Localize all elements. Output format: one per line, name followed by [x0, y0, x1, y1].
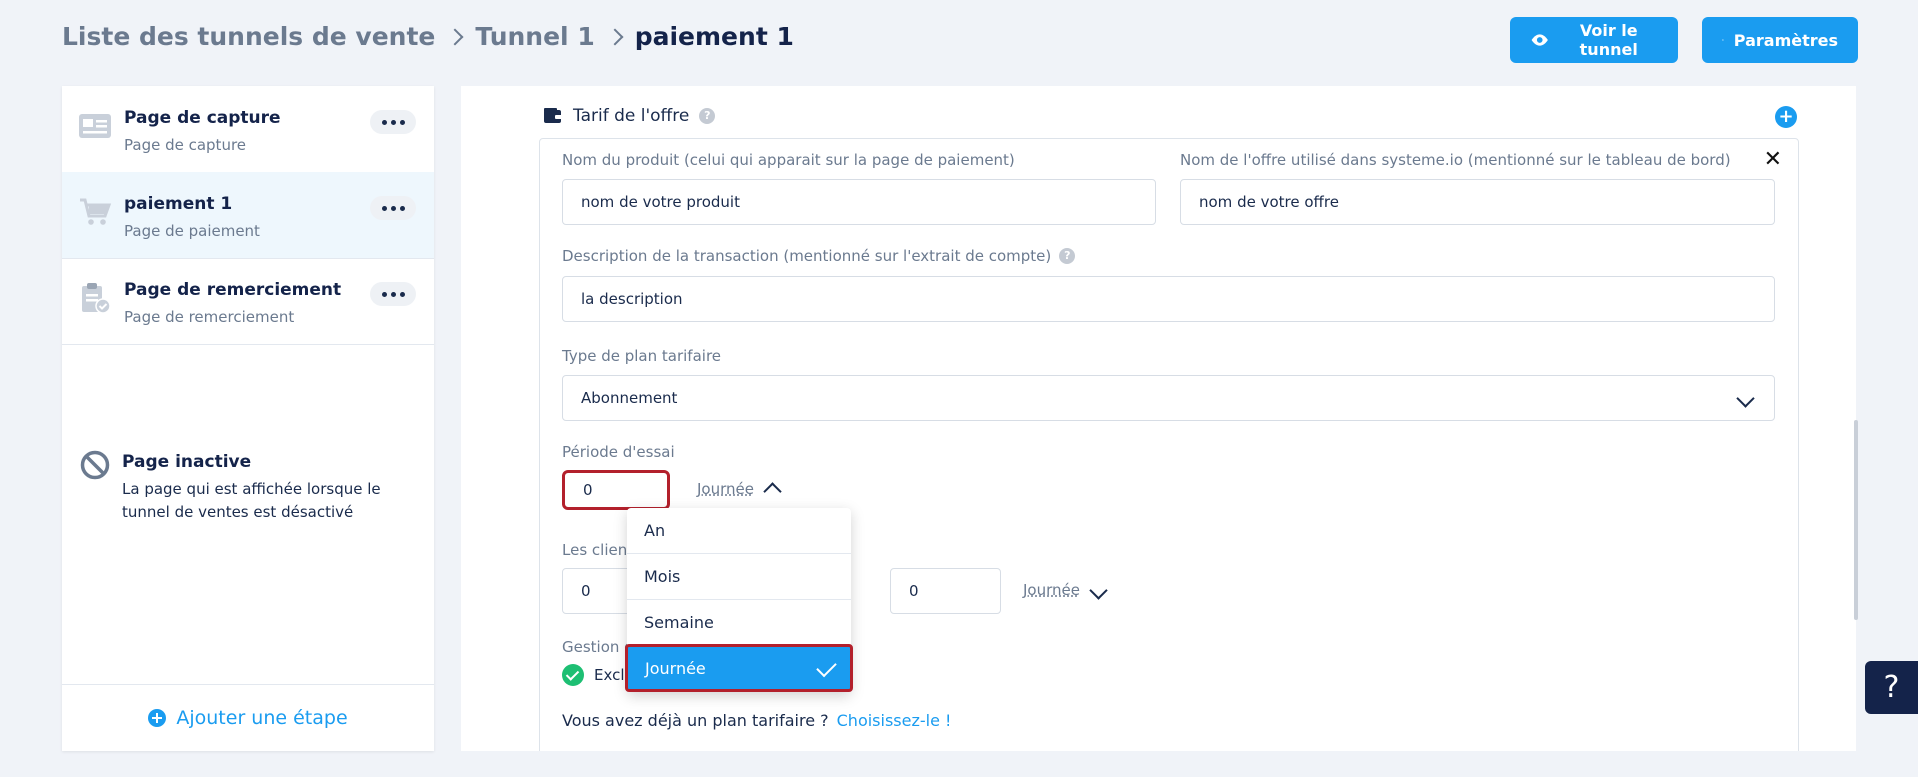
clients-unit-value: Journée — [1023, 581, 1080, 599]
check-circle-icon[interactable] — [562, 664, 584, 686]
add-step-button[interactable]: Ajouter une étape — [62, 684, 434, 751]
step-subtitle: Page de capture — [124, 136, 247, 154]
close-icon[interactable]: ✕ — [1764, 147, 1782, 172]
trial-period-input[interactable]: 0 — [562, 470, 670, 510]
step-subtitle: Page de remerciement — [124, 308, 295, 326]
step-subtitle: Page de paiement — [124, 222, 260, 240]
trial-period-label: Période d'essai — [562, 443, 675, 461]
dropdown-option-an[interactable]: An — [627, 508, 851, 554]
dropdown-option-journee[interactable]: Journée — [625, 644, 853, 692]
offer-price-section-header: Tarif de l'offre ? — [543, 106, 716, 126]
dropdown-option-mois[interactable]: Mois — [627, 554, 851, 600]
view-funnel-label: Voir le tunnel — [1579, 21, 1638, 59]
step-more-menu-button[interactable] — [370, 110, 416, 134]
funnel-steps-sidebar: Page de capture Page de capture paiement… — [62, 86, 434, 751]
capture-form-icon — [79, 114, 111, 138]
help-button[interactable]: ? — [1865, 661, 1918, 714]
eye-icon — [1531, 34, 1548, 46]
sidebar-step-payment[interactable]: paiement 1 Page de paiement — [62, 172, 434, 259]
page-title: paiement 1 — [634, 22, 794, 51]
ban-icon — [80, 450, 110, 480]
breadcrumb: Liste des tunnels de vente Tunnel 1 paie… — [62, 22, 794, 51]
trial-unit-value: Journée — [697, 479, 754, 498]
breadcrumb-funnel-list[interactable]: Liste des tunnels de vente — [62, 22, 435, 51]
choose-plan-link[interactable]: Choisissez-le ! — [837, 711, 952, 730]
scrollbar[interactable] — [1854, 420, 1858, 620]
chevron-down-icon — [1736, 388, 1755, 408]
existing-plan-row: Vous avez déjà un plan tarifaire ? Chois… — [562, 711, 951, 730]
check-icon — [816, 656, 837, 678]
offer-price-title: Tarif de l'offre — [573, 106, 690, 126]
step-title: Page inactive — [122, 452, 252, 472]
plan-type-value: Abonnement — [581, 389, 678, 407]
breadcrumb-chevron-icon — [446, 28, 464, 45]
view-funnel-button[interactable]: Voir le tunnel — [1510, 17, 1678, 63]
add-price-plan-button[interactable]: + — [1775, 106, 1797, 128]
wallet-icon — [544, 108, 562, 123]
transaction-description-label-row: Description de la transaction (mentionné… — [562, 247, 1076, 265]
help-icon[interactable]: ? — [699, 108, 716, 124]
step-more-menu-button[interactable] — [370, 196, 416, 220]
plan-type-select[interactable]: Abonnement — [562, 375, 1775, 421]
add-step-label: Ajouter une étape — [176, 707, 348, 729]
clients-label: Les client — [562, 541, 634, 559]
clients-unit-select[interactable]: Journée — [1023, 580, 1108, 600]
existing-plan-text: Vous avez déjà un plan tarifaire ? — [562, 711, 829, 730]
offer-name-input[interactable]: nom de votre offre — [1180, 179, 1775, 225]
product-name-input[interactable]: nom de votre produit — [562, 179, 1156, 225]
settings-label: Paramètres — [1733, 30, 1838, 50]
settings-button[interactable]: Paramètres — [1702, 17, 1858, 63]
offer-name-label: Nom de l'offre utilisé dans systeme.io (… — [1180, 151, 1731, 169]
shopping-cart-icon — [80, 198, 112, 225]
transaction-description-input[interactable]: la description — [562, 276, 1775, 322]
gear-icon — [1722, 39, 1724, 41]
breadcrumb-chevron-icon — [606, 28, 624, 45]
step-title: Page de capture — [124, 108, 281, 128]
dropdown-option-label: Journée — [645, 658, 706, 678]
trial-unit-select[interactable]: Journée — [697, 479, 782, 501]
help-icon[interactable]: ? — [1059, 248, 1076, 264]
breadcrumb-tunnel[interactable]: Tunnel 1 — [475, 22, 594, 51]
transaction-description-label: Description de la transaction (mentionné… — [562, 247, 1052, 265]
clients-second-input[interactable]: 0 — [890, 568, 1001, 614]
step-more-menu-button[interactable] — [370, 282, 416, 306]
plan-type-label: Type de plan tarifaire — [562, 347, 722, 365]
plus-circle-icon — [148, 709, 167, 727]
chevron-up-icon — [763, 482, 782, 501]
sidebar-step-thank-you[interactable]: Page de remerciement Page de remerciemen… — [62, 258, 434, 345]
product-name-label: Nom du produit (celui qui apparait sur l… — [562, 151, 1015, 169]
step-title: Page de remerciement — [124, 280, 342, 300]
dropdown-option-semaine[interactable]: Semaine — [627, 600, 851, 646]
clipboard-check-icon — [82, 283, 111, 314]
gestion-label: Gestion d — [562, 638, 634, 656]
step-description: La page qui est affichée lorsque le tunn… — [122, 480, 381, 521]
chevron-down-icon — [1089, 580, 1108, 600]
step-title: paiement 1 — [124, 194, 233, 214]
trial-unit-dropdown: An Mois Semaine Journée — [625, 508, 853, 692]
sidebar-step-capture[interactable]: Page de capture Page de capture — [62, 86, 434, 173]
